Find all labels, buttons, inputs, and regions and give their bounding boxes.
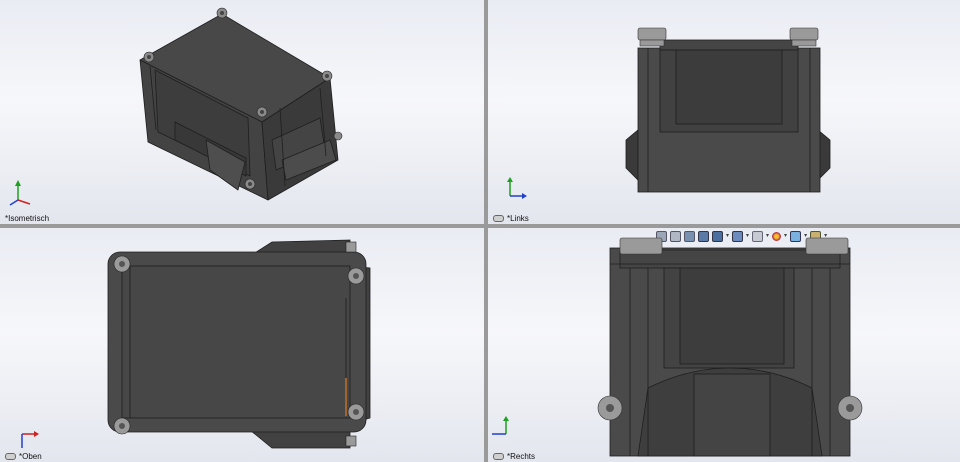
top-view-model [107,239,371,449]
viewport-splitter-horizontal[interactable] [0,224,960,228]
viewport-right[interactable]: ▾ ▾ ▾ ▾ ▾ ▾ *Rechts [488,228,960,462]
viewport-isometric[interactable]: *Isometrisch [0,0,484,224]
viewport-top-label-text: *Oben [19,452,42,461]
viewport-iso-label-text: *Isometrisch [5,214,50,223]
viewport-top[interactable]: *Oben [0,228,484,462]
viewport-right-label-text: *Rechts [507,452,536,461]
cad-graphics-area[interactable]: *Isometrisch *Links *Oben ▾ ▾ ▾ ▾ ▾ ▾ *R… [0,0,960,462]
triad-left-icon [507,177,527,199]
view-camera-icon [5,453,16,460]
isometric-model [139,7,343,201]
triad-iso-icon [9,180,31,206]
viewport-label-iso: *Isometrisch [5,214,49,223]
viewport-label-left: *Links [493,214,529,223]
right-view-model [597,237,863,457]
viewport-label-right: *Rechts [493,452,535,461]
view-camera-icon [493,215,504,222]
viewport-label-top: *Oben [5,452,42,461]
triad-right-icon [492,416,509,435]
viewport-left[interactable]: *Links [488,0,960,224]
view-camera-icon [493,453,504,460]
viewport-splitter-vertical[interactable] [484,0,488,462]
left-view-model [625,27,831,193]
viewport-left-label-text: *Links [507,214,529,223]
